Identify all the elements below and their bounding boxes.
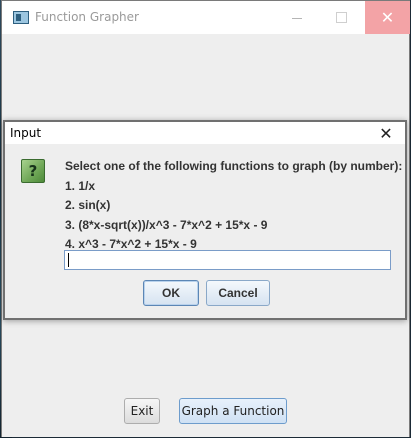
- main-titlebar[interactable]: Function Grapher ✕: [2, 1, 410, 34]
- dialog-titlebar[interactable]: Input ✕: [5, 122, 405, 144]
- ok-button[interactable]: OK: [143, 280, 199, 306]
- close-button[interactable]: ✕: [365, 1, 410, 34]
- prompt-heading: Select one of the following functions to…: [65, 159, 403, 173]
- dialog-prompt: Select one of the following functions to…: [65, 157, 402, 255]
- minimize-icon: [292, 18, 302, 19]
- question-icon: ?: [21, 159, 45, 183]
- maximize-icon: [335, 12, 347, 23]
- option-3: 3. (8*x-sqrt(x))/x^3 - 7*x^2 + 15*x - 9: [65, 217, 268, 232]
- dialog-title: Input: [10, 126, 42, 140]
- input-dialog: Input ✕ ? Select one of the following fu…: [3, 120, 407, 320]
- graph-function-button[interactable]: Graph a Function: [179, 398, 287, 424]
- function-number-input[interactable]: [64, 250, 391, 270]
- close-icon: ✕: [380, 7, 395, 27]
- cancel-button[interactable]: Cancel: [206, 280, 270, 306]
- option-1: 1. 1/x: [65, 178, 96, 193]
- exit-button[interactable]: Exit: [124, 398, 160, 424]
- maximize-button[interactable]: [319, 1, 363, 34]
- close-icon: ✕: [379, 123, 393, 143]
- app-icon: [13, 11, 29, 24]
- minimize-button[interactable]: [275, 1, 319, 34]
- text-caret: [68, 253, 69, 267]
- option-2: 2. sin(x): [65, 198, 111, 212]
- dialog-close-button[interactable]: ✕: [371, 122, 401, 144]
- window-title: Function Grapher: [35, 10, 139, 24]
